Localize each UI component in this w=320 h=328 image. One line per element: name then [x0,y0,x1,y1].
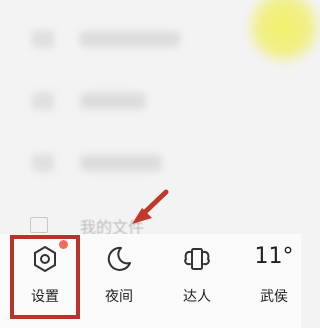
menu-row-text [80,93,146,109]
winged-phone-icon [184,248,210,270]
menu-row-text [80,155,162,171]
expert-button[interactable]: 达人 [166,234,228,328]
night-mode-button[interactable]: 夜间 [88,234,150,328]
blurred-menu-row[interactable] [26,146,196,180]
expert-label: 达人 [183,289,211,305]
blurred-menu-row[interactable] [26,22,196,56]
location-label: 武侯 [260,289,288,305]
menu-row-icon [32,154,54,172]
blurred-menu-row[interactable] [26,84,196,118]
highlight-box [10,235,80,319]
menu-row-icon [32,30,54,48]
menu-row-icon [32,92,54,110]
moon-icon [107,246,131,271]
temperature-value: 11° [254,244,294,269]
menu-row-text [80,31,180,47]
pointer-arrow-icon [132,189,169,224]
yellow-glow [245,0,320,66]
night-mode-label: 夜间 [105,289,133,305]
folder-icon [30,217,48,233]
weather-widget[interactable]: 11° 武侯 [246,234,302,328]
